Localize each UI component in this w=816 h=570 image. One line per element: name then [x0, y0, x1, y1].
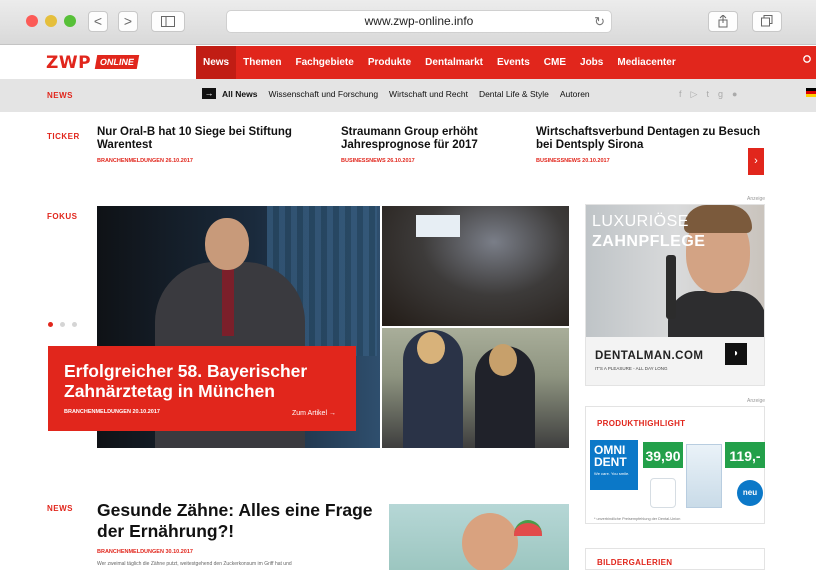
read-more-link[interactable]: Zum Artikel → — [292, 410, 336, 417]
gallery-title: BILDERGALERIEN — [597, 558, 673, 567]
nav-item-fachgebiete[interactable]: Fachgebiete — [288, 46, 360, 79]
googleplus-icon[interactable]: g — [718, 89, 732, 99]
carousel-dots — [48, 322, 84, 327]
url-text: www.zwp-online.info — [364, 14, 474, 28]
hero-title[interactable]: Erfolgreicher 58. Bayerischer Zahnärztet… — [64, 361, 344, 401]
user-icon[interactable]: ● — [732, 89, 746, 99]
subnav-item-all-news[interactable]: All News — [222, 89, 257, 99]
arrow-right-icon: → — [202, 88, 216, 99]
play-icon[interactable]: ▷ — [691, 89, 707, 99]
twitter-icon[interactable]: t — [706, 89, 718, 99]
sidebar-toggle-button[interactable] — [151, 11, 185, 32]
carousel-dot[interactable] — [48, 322, 53, 327]
read-more-label: Zum Artikel — [292, 410, 328, 417]
reload-icon[interactable]: ↻ — [594, 11, 605, 32]
search-icon[interactable] — [803, 54, 812, 68]
arrow-right-icon: → — [328, 410, 336, 417]
nav-item-events[interactable]: Events — [490, 46, 537, 79]
nav-item-cme[interactable]: CME — [537, 46, 573, 79]
nav-item-themen[interactable]: Themen — [236, 46, 288, 79]
news-teaser: Wer zweimal täglich die Zähne putzt, wei… — [97, 561, 292, 567]
ticker-label: TICKER — [47, 132, 80, 141]
news-label: NEWS — [47, 504, 73, 513]
product-highlight-title: PRODUKTHIGHLIGHT — [597, 419, 686, 428]
main-nav: News Themen Fachgebiete Produkte Dentalm… — [196, 46, 683, 79]
ticker-item-title[interactable]: Straumann Group erhöht Jahresprognose fü… — [341, 126, 511, 152]
address-bar[interactable]: www.zwp-online.info ↻ — [226, 10, 612, 33]
ad-label: Anzeige — [747, 196, 766, 202]
woman-head — [417, 332, 445, 364]
ad-label: Anzeige — [747, 398, 766, 404]
ad-brand: DENTALMAN.COM — [595, 350, 704, 362]
window-zoom-button[interactable] — [64, 15, 76, 27]
ad-tagline: IT'S A PLEASURE - ALL DAY LONG — [595, 366, 668, 371]
window-minimize-button[interactable] — [45, 15, 57, 27]
nav-item-mediacenter[interactable]: Mediacenter — [610, 46, 682, 79]
carousel-dot[interactable] — [60, 322, 65, 327]
subnav-item-autoren[interactable]: Autoren — [560, 89, 590, 99]
tabs-button[interactable] — [752, 11, 782, 32]
share-button[interactable] — [708, 11, 738, 32]
product-package — [686, 444, 722, 508]
ticker-item-meta: BUSINESSNEWS 26.10.2017 — [341, 158, 415, 164]
site-logo-online[interactable]: ONLINE — [94, 55, 140, 69]
ad-headline-1: LUXURIÖSE — [592, 213, 689, 230]
ad-model-hair — [684, 205, 752, 233]
ticker-item-title[interactable]: Nur Oral-B hat 10 Siege bei Stiftung War… — [97, 126, 297, 152]
tabs-icon — [761, 15, 773, 27]
social-icons: f▷tg● — [679, 89, 746, 100]
ad-fineprint: * unverbindliche Preisempfehlung der Den… — [594, 517, 681, 521]
hero-meta: BRANCHENMELDUNGEN 20.10.2017 — [64, 409, 160, 415]
ticker-item-title[interactable]: Wirtschaftsverbund Dentagen zu Besuch be… — [536, 126, 761, 152]
product-roll — [650, 478, 676, 508]
ad-model-shirt — [668, 291, 764, 337]
price-badge: 119,- — [725, 442, 765, 468]
german-flag-icon[interactable] — [806, 88, 816, 97]
site-logo[interactable]: ZWP — [46, 53, 91, 73]
subnav-item-wirtschaft[interactable]: Wirtschaft und Recht — [389, 89, 468, 99]
dentalman-logo-icon: ◗ — [725, 343, 747, 365]
share-icon — [718, 14, 728, 28]
subnav-item-dental-life[interactable]: Dental Life & Style — [479, 89, 549, 99]
section-label: NEWS — [47, 91, 73, 100]
photo-divider — [381, 326, 569, 328]
ticker-item-meta: BRANCHENMELDUNGEN 26.10.2017 — [97, 158, 193, 164]
sidebar-icon — [161, 16, 175, 27]
nav-item-dentalmarkt[interactable]: Dentalmarkt — [418, 46, 490, 79]
nav-item-news[interactable]: News — [196, 46, 237, 79]
sub-nav: → All News Wissenschaft und Forschung Wi… — [202, 88, 601, 99]
subnav-item-wissenschaft[interactable]: Wissenschaft und Forschung — [268, 89, 378, 99]
carousel-dot[interactable] — [72, 322, 77, 327]
omnident-logo: OMNI DENT We care. You smile. — [590, 440, 638, 490]
new-badge: neu — [737, 480, 763, 506]
forward-button[interactable]: > — [118, 11, 138, 32]
ticker-item-meta: BUSINESSNEWS 20.10.2017 — [536, 158, 610, 164]
price-badge: 39,90 — [643, 442, 683, 468]
news-meta: BRANCHENMELDUNGEN 30.10.2017 — [97, 549, 193, 555]
window-close-button[interactable] — [26, 15, 38, 27]
nav-item-produkte[interactable]: Produkte — [361, 46, 418, 79]
news-image-face — [462, 513, 518, 570]
omnident-brand: OMNI DENT — [594, 443, 627, 469]
facebook-icon[interactable]: f — [679, 89, 691, 99]
news-title[interactable]: Gesunde Zähne: Alles eine Frage der Ernä… — [97, 500, 377, 542]
omnident-slogan: We care. You smile. — [594, 471, 630, 476]
fokus-label: FOKUS — [47, 212, 78, 221]
stage-screen — [416, 215, 460, 237]
ad-headline-2: ZAHNPFLEGE — [592, 233, 706, 250]
toothbrush-icon — [666, 255, 676, 319]
speaker-tie — [222, 266, 234, 336]
speaker-head — [205, 218, 249, 270]
woman-head — [489, 344, 517, 376]
ticker-next-button[interactable]: › — [748, 148, 764, 175]
nav-item-jobs[interactable]: Jobs — [573, 46, 610, 79]
back-button[interactable]: < — [88, 11, 108, 32]
hero-photo-audience — [381, 206, 569, 326]
